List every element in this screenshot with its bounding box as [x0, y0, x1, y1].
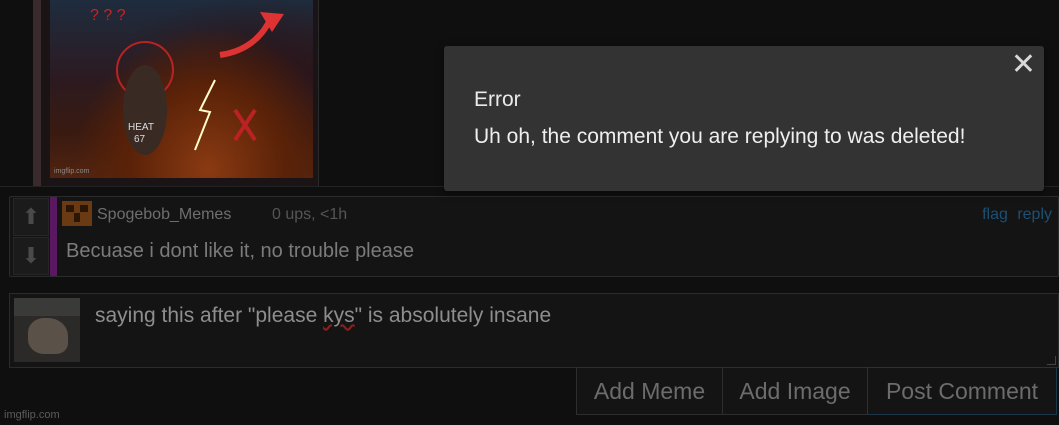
meme-watermark: imgflip.com — [54, 168, 90, 175]
vote-column: ⬆ ⬇ — [10, 197, 49, 276]
thumb-caption-band — [14, 298, 80, 316]
user-avatar-icon — [62, 201, 92, 226]
arrow-up-icon: ⬆ — [21, 204, 41, 229]
reply-textarea[interactable]: saying this after "please kys" is absolu… — [95, 304, 551, 328]
reply-link[interactable]: reply — [1017, 206, 1052, 223]
comment-username[interactable]: Spogebob_Memes — [97, 206, 231, 224]
downvote-button[interactable]: ⬇ — [13, 237, 49, 275]
close-icon[interactable]: ✕ — [1011, 50, 1036, 80]
comment-accent-bar — [50, 197, 57, 276]
thumb-cat-shape — [28, 318, 68, 354]
reply-text-misspelled: kys — [323, 304, 355, 327]
meme-image[interactable]: ? ? ? HEAT 67 imgflip.com — [50, 0, 313, 178]
svg-text:HEAT: HEAT — [128, 122, 154, 133]
post-comment-button[interactable]: Post Comment — [867, 367, 1057, 415]
svg-text:67: 67 — [134, 134, 146, 145]
error-modal: ✕ Error Uh oh, the comment you are reply… — [444, 46, 1044, 191]
reply-text-part1: saying this after "please — [95, 304, 324, 327]
avatar[interactable] — [62, 201, 92, 226]
add-image-button[interactable]: Add Image — [722, 367, 868, 415]
upvote-button[interactable]: ⬆ — [13, 198, 49, 236]
add-meme-button[interactable]: Add Meme — [576, 367, 723, 415]
reply-text-part2: " is absolutely insane — [354, 304, 552, 327]
textarea-resize-handle[interactable] — [1047, 356, 1056, 365]
modal-title: Error — [474, 88, 521, 111]
imgflip-footer-brand: imgflip.com — [4, 409, 60, 421]
flag-link[interactable]: flag — [982, 206, 1008, 223]
reply-composer: saying this after "please kys" is absolu… — [9, 293, 1059, 368]
meme-accent-bar — [33, 0, 41, 186]
arrow-down-icon: ⬇ — [21, 243, 41, 268]
comment-meta: 0 ups, <1h — [272, 206, 348, 223]
svg-text:? ? ?: ? ? ? — [90, 7, 126, 24]
comment-actions: flag reply — [977, 206, 1052, 224]
modal-message: Uh oh, the comment you are replying to w… — [474, 125, 966, 148]
comment-text: Becuase i dont like it, no trouble pleas… — [66, 240, 414, 262]
comment-row: ⬆ ⬇ Spogebob_Memes 0 ups, <1h flag reply… — [9, 196, 1059, 277]
meme-illustration: ? ? ? HEAT 67 — [90, 7, 284, 155]
reply-attached-image[interactable] — [14, 298, 80, 362]
